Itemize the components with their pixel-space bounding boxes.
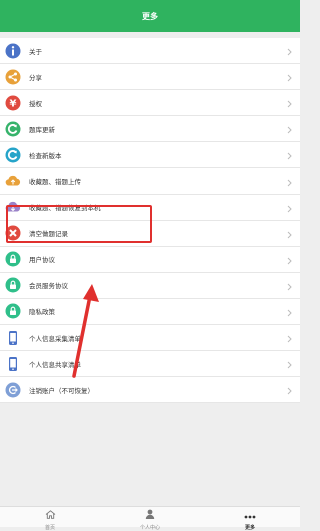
menu-item-clear-records[interactable]: 清空做题记录 bbox=[0, 220, 300, 247]
tab-label: 首页 bbox=[44, 524, 55, 531]
chevron-right-icon bbox=[287, 41, 292, 60]
app-header: 更多 bbox=[0, 0, 300, 32]
menu-item-info-sharing-list[interactable]: 个人信息共享清单 bbox=[0, 351, 300, 378]
yen-icon: ¥ bbox=[5, 95, 21, 111]
menu-item-user-agreement[interactable]: 用户协议 bbox=[0, 246, 300, 273]
menu-item-about[interactable]: 关于 bbox=[0, 38, 300, 65]
menu-item-label: 注销账户（不可恢复） bbox=[29, 386, 94, 395]
chevron-right-icon bbox=[287, 380, 292, 399]
user-icon bbox=[145, 504, 155, 523]
chevron-right-icon bbox=[287, 198, 292, 217]
logout-icon bbox=[5, 382, 21, 398]
menu-item-delete-account[interactable]: 注销账户（不可恢复） bbox=[0, 377, 300, 404]
menu-item-label: 分享 bbox=[29, 73, 42, 82]
lock-icon bbox=[5, 251, 21, 267]
menu-item-label: 收藏题、错题恢复到本机 bbox=[29, 204, 101, 213]
menu-item-label: 隐私政策 bbox=[29, 308, 55, 317]
menu-list: 关于 分享 ¥ 授权 题库更新 检查新版本 收藏题、错题上传 收藏题、错题恢复到… bbox=[0, 38, 300, 404]
tab-more[interactable]: 更多 bbox=[200, 504, 300, 531]
menu-item-label: 个人信息共享清单 bbox=[29, 360, 81, 369]
menu-item-label: 个人信息采集清单 bbox=[29, 334, 81, 343]
more-icon bbox=[244, 504, 256, 523]
chevron-right-icon bbox=[287, 250, 292, 269]
menu-item-check-version[interactable]: 检查新版本 bbox=[0, 142, 300, 169]
cloud-upload-icon bbox=[5, 173, 21, 189]
info-icon bbox=[5, 43, 21, 59]
chevron-right-icon bbox=[287, 119, 292, 138]
share-icon bbox=[5, 69, 21, 85]
menu-item-label: 授权 bbox=[29, 99, 42, 108]
refresh-icon bbox=[5, 121, 21, 137]
chevron-right-icon bbox=[287, 93, 292, 112]
chevron-right-icon bbox=[287, 328, 292, 347]
menu-item-label: 用户协议 bbox=[29, 256, 55, 265]
menu-item-info-collection-list[interactable]: 个人信息采集清单 bbox=[0, 325, 300, 352]
menu-item-label: 题库更新 bbox=[29, 125, 55, 134]
chevron-right-icon bbox=[287, 276, 292, 295]
chevron-right-icon bbox=[287, 224, 292, 243]
svg-text:¥: ¥ bbox=[10, 98, 17, 109]
menu-item-membership-agreement[interactable]: 会员服务协议 bbox=[0, 272, 300, 299]
page-title: 更多 bbox=[142, 11, 158, 21]
tab-label: 更多 bbox=[244, 524, 255, 531]
tab-label: 个人中心 bbox=[139, 524, 160, 531]
cloud-download-icon bbox=[5, 199, 21, 215]
bottom-tab-bar: 首页 个人中心 更多 bbox=[0, 504, 300, 531]
phone-icon bbox=[5, 330, 21, 346]
menu-item-label: 检查新版本 bbox=[29, 151, 62, 160]
chevron-right-icon bbox=[287, 354, 292, 373]
menu-item-label: 收藏题、错题上传 bbox=[29, 178, 81, 187]
lock-icon bbox=[5, 303, 21, 319]
tab-profile[interactable]: 个人中心 bbox=[100, 504, 200, 531]
home-icon bbox=[45, 504, 56, 523]
close-icon bbox=[5, 225, 21, 241]
menu-item-share[interactable]: 分享 bbox=[0, 64, 300, 91]
menu-item-authorize[interactable]: ¥ 授权 bbox=[0, 90, 300, 117]
chevron-right-icon bbox=[287, 172, 292, 191]
menu-item-question-bank-update[interactable]: 题库更新 bbox=[0, 116, 300, 143]
phone-icon bbox=[5, 356, 21, 372]
lock-icon bbox=[5, 277, 21, 293]
menu-item-upload-favorites[interactable]: 收藏题、错题上传 bbox=[0, 168, 300, 195]
chevron-right-icon bbox=[287, 302, 292, 321]
menu-item-restore-favorites[interactable]: 收藏题、错题恢复到本机 bbox=[0, 194, 300, 221]
menu-item-label: 清空做题记录 bbox=[29, 230, 68, 239]
menu-item-label: 关于 bbox=[29, 47, 42, 56]
chevron-right-icon bbox=[287, 145, 292, 164]
tab-home[interactable]: 首页 bbox=[0, 504, 100, 531]
menu-item-privacy-policy[interactable]: 隐私政策 bbox=[0, 298, 300, 326]
menu-item-label: 会员服务协议 bbox=[29, 282, 68, 291]
update-icon bbox=[5, 147, 21, 163]
chevron-right-icon bbox=[287, 67, 292, 86]
